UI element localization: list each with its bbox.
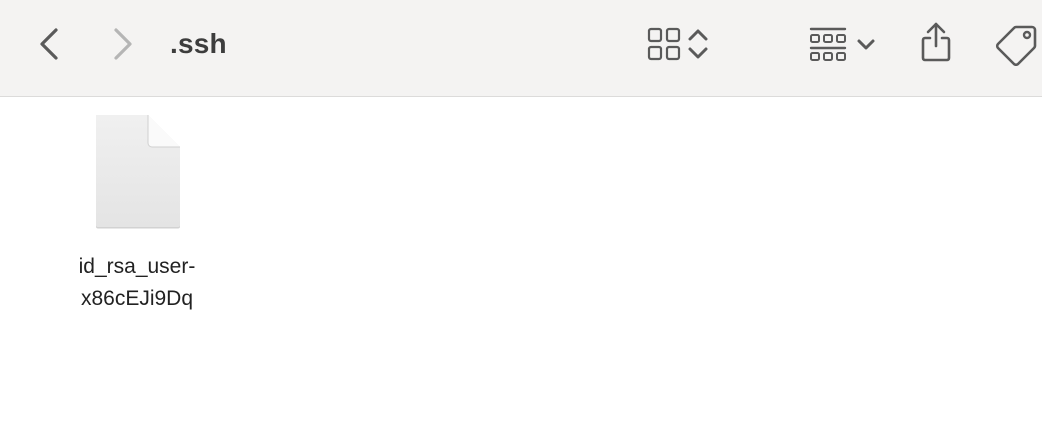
share-button[interactable] <box>914 20 958 66</box>
file-name: id_rsa_user- x86cEJi9Dq <box>52 251 222 315</box>
toolbar: .ssh <box>0 0 1042 97</box>
file-item[interactable]: id_rsa_user- x86cEJi9Dq <box>52 105 222 315</box>
group-by-icon <box>809 27 847 61</box>
file-name-line: x86cEJi9Dq <box>80 287 194 310</box>
folder-title: .ssh <box>170 28 227 59</box>
chevron-left-icon <box>40 28 58 60</box>
icon-grid-view-icon <box>647 27 681 61</box>
share-icon <box>921 22 951 62</box>
view-mode-button[interactable] <box>640 22 716 66</box>
chevron-right-icon <box>114 28 132 60</box>
chevron-down-icon <box>857 39 875 50</box>
generic-document-icon <box>96 115 180 229</box>
back-button[interactable] <box>30 24 70 64</box>
tag-button[interactable] <box>994 22 1040 66</box>
file-name-line: id_rsa_user- <box>78 255 196 278</box>
chevron-up-down-icon <box>688 29 708 59</box>
group-by-button[interactable] <box>800 22 884 66</box>
tag-icon <box>995 25 1037 66</box>
forward-button[interactable] <box>102 24 142 64</box>
file-browser-area: id_rsa_user- x86cEJi9Dq <box>0 97 1042 444</box>
